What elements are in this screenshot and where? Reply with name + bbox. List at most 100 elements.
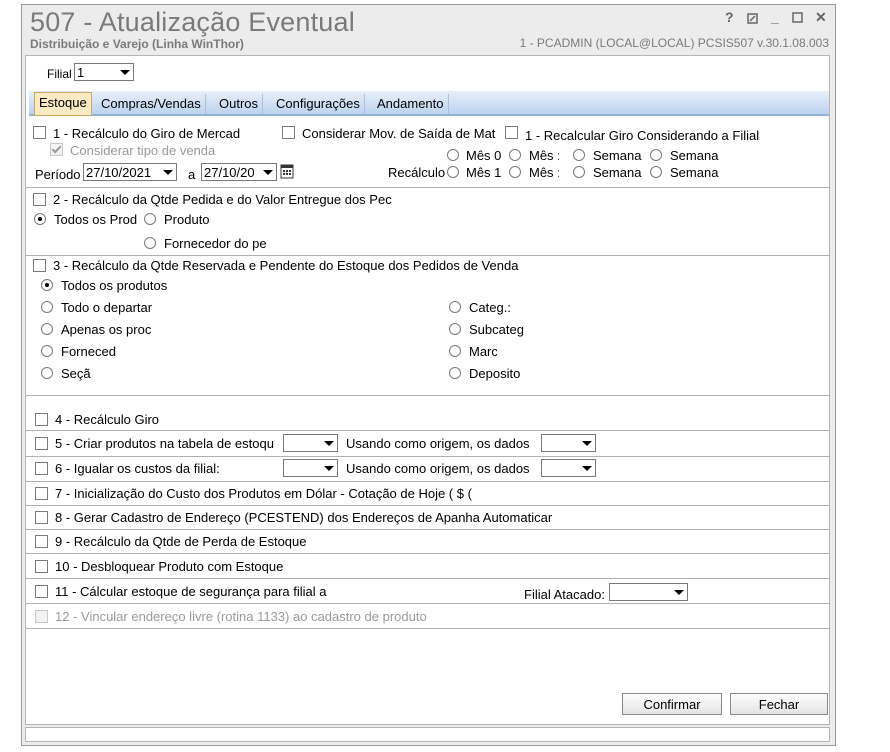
item5-origem-select[interactable] bbox=[541, 434, 596, 452]
main-window: 507 - Atualização Eventual Distribuição … bbox=[21, 4, 836, 746]
recalc-filial-label: 1 - Recalcular Giro Considerando a Filia… bbox=[525, 128, 760, 143]
mes1-radio[interactable] bbox=[447, 166, 459, 178]
a-label: a bbox=[188, 167, 196, 182]
item9-label: 9 - Recálculo da Qtde de Perda de Estoqu… bbox=[55, 534, 307, 549]
item10-checkbox[interactable] bbox=[35, 560, 48, 573]
chevron-down-icon[interactable] bbox=[578, 460, 595, 476]
tab-estoque[interactable]: Estoque bbox=[34, 92, 92, 116]
filial-select[interactable]: 1 bbox=[74, 63, 134, 81]
sec3-todos-radio[interactable] bbox=[41, 279, 53, 291]
mes2-radio[interactable] bbox=[509, 149, 521, 161]
considerar-mov-checkbox[interactable] bbox=[282, 126, 295, 139]
chevron-down-icon[interactable] bbox=[670, 584, 687, 600]
restore-icon[interactable] bbox=[747, 13, 758, 24]
item5-select[interactable] bbox=[283, 434, 338, 452]
semana3-radio[interactable] bbox=[650, 149, 662, 161]
sec3-checkbox[interactable] bbox=[33, 259, 46, 272]
sec3-departamento-radio[interactable] bbox=[41, 301, 53, 313]
mes3-radio[interactable] bbox=[509, 166, 521, 178]
considerar-mov-label: Considerar Mov. de Saída de Mat bbox=[302, 126, 496, 141]
date-to-value: 27/10/20 bbox=[204, 165, 255, 180]
close-button[interactable]: Fechar bbox=[730, 693, 828, 715]
confirm-button[interactable]: Confirmar bbox=[622, 693, 722, 715]
item11-checkbox[interactable] bbox=[35, 585, 48, 598]
date-to-picker[interactable]: 27/10/20 bbox=[201, 163, 277, 181]
tab-compras-vendas[interactable]: Compras/Vendas bbox=[97, 94, 206, 114]
semana4-label: Semana bbox=[670, 165, 719, 180]
mes0-radio[interactable] bbox=[447, 149, 459, 161]
semana1-radio[interactable] bbox=[573, 149, 585, 161]
sec1-checkbox[interactable] bbox=[33, 126, 46, 139]
filial-value: 1 bbox=[77, 65, 85, 80]
minimize-icon[interactable]: _ bbox=[771, 9, 779, 25]
item7-label: 7 - Inicialização do Custo dos Produtos … bbox=[55, 486, 472, 501]
chevron-down-icon[interactable] bbox=[320, 460, 337, 476]
sec3-label: 3 - Recálculo da Qtde Reservada e Penden… bbox=[53, 258, 519, 273]
sec3-apenas-label: Apenas os proc bbox=[61, 322, 152, 337]
item6-checkbox[interactable] bbox=[35, 462, 48, 475]
user-info: 1 - PCADMIN (LOCAL@LOCAL) PCSIS507 v.30.… bbox=[519, 36, 829, 50]
status-bar bbox=[25, 727, 830, 742]
filial-atacado-select[interactable] bbox=[609, 583, 688, 601]
sec3-categ-radio[interactable] bbox=[449, 301, 461, 313]
item7-checkbox[interactable] bbox=[35, 487, 48, 500]
item5-origem-label: Usando como origem, os dados bbox=[346, 436, 530, 451]
close-icon[interactable]: ✕ bbox=[815, 9, 827, 26]
chevron-down-icon[interactable] bbox=[578, 435, 595, 451]
considerar-tipo-checkbox[interactable] bbox=[50, 143, 63, 156]
item6-label: 6 - Igualar os custos da filial: bbox=[55, 461, 220, 476]
item6-select[interactable] bbox=[283, 459, 338, 477]
maximize-icon[interactable] bbox=[792, 12, 803, 23]
sec3-departamento-label: Todo o departar bbox=[61, 300, 153, 315]
chevron-down-icon[interactable] bbox=[259, 164, 276, 180]
sec3-todos-label: Todos os produtos bbox=[61, 278, 168, 293]
sec3-fornecedor-radio[interactable] bbox=[41, 345, 53, 357]
semana2-radio[interactable] bbox=[573, 166, 585, 178]
sec2-fornecedor-label: Fornecedor do pe bbox=[164, 236, 267, 251]
item5-checkbox[interactable] bbox=[35, 437, 48, 450]
sec3-secao-radio[interactable] bbox=[41, 367, 53, 379]
sec3-apenas-radio[interactable] bbox=[41, 323, 53, 335]
sec3-deposito-radio[interactable] bbox=[449, 367, 461, 379]
item4-checkbox[interactable] bbox=[35, 413, 48, 426]
periodo-label: Período bbox=[35, 167, 81, 182]
item12-label: 12 - Vincular endereço livre (rotina 113… bbox=[55, 609, 427, 624]
sec3-fornecedor-label: Forneced bbox=[61, 344, 116, 359]
recalc-filial-checkbox[interactable] bbox=[505, 126, 518, 139]
sec3-marca-radio[interactable] bbox=[449, 345, 461, 357]
item11-label: 11 - Cálcular estoque de segurança para … bbox=[55, 584, 327, 599]
mes3-label: Mês : bbox=[529, 165, 559, 180]
item6-origem-select[interactable] bbox=[541, 459, 596, 477]
help-icon[interactable]: ? bbox=[725, 9, 734, 25]
sec2-checkbox[interactable] bbox=[33, 193, 46, 206]
content-panel: Filial 1 Estoque Compras/Vendas Outros C… bbox=[25, 55, 830, 725]
calendar-icon[interactable] bbox=[280, 163, 294, 179]
sec2-produto-radio[interactable] bbox=[144, 213, 156, 225]
item5-label: 5 - Criar produtos na tabela de estoqu bbox=[55, 436, 274, 451]
chevron-down-icon[interactable] bbox=[159, 164, 176, 180]
divider bbox=[26, 430, 829, 431]
divider bbox=[26, 481, 829, 482]
item4-label: 4 - Recálculo Giro bbox=[55, 412, 160, 427]
sec2-produto-label: Produto bbox=[164, 212, 209, 227]
divider bbox=[26, 255, 829, 256]
chevron-down-icon[interactable] bbox=[320, 435, 337, 451]
sec2-fornecedor-radio[interactable] bbox=[144, 237, 156, 249]
date-from-picker[interactable]: 27/10/2021 bbox=[83, 163, 177, 181]
semana4-radio[interactable] bbox=[650, 166, 662, 178]
sec3-deposito-label: Deposito bbox=[469, 366, 521, 381]
semana1-label: Semana bbox=[593, 148, 642, 163]
recalculo-label: Recálculo bbox=[388, 165, 446, 180]
sec2-todos-label: Todos os Prod bbox=[54, 212, 138, 227]
window-subtitle: Distribuição e Varejo (Linha WinThor) bbox=[30, 37, 244, 51]
item12-checkbox[interactable] bbox=[35, 610, 48, 623]
item9-checkbox[interactable] bbox=[35, 535, 48, 548]
tab-outros[interactable]: Outros bbox=[215, 94, 264, 114]
chevron-down-icon[interactable] bbox=[116, 64, 133, 80]
mes2-label: Mês : bbox=[529, 148, 559, 163]
sec3-subcateg-radio[interactable] bbox=[449, 323, 461, 335]
item8-checkbox[interactable] bbox=[35, 511, 48, 524]
tab-andamento[interactable]: Andamento bbox=[373, 94, 449, 114]
tab-configuracoes[interactable]: Configurações bbox=[272, 94, 365, 114]
sec2-todos-radio[interactable] bbox=[34, 213, 46, 225]
